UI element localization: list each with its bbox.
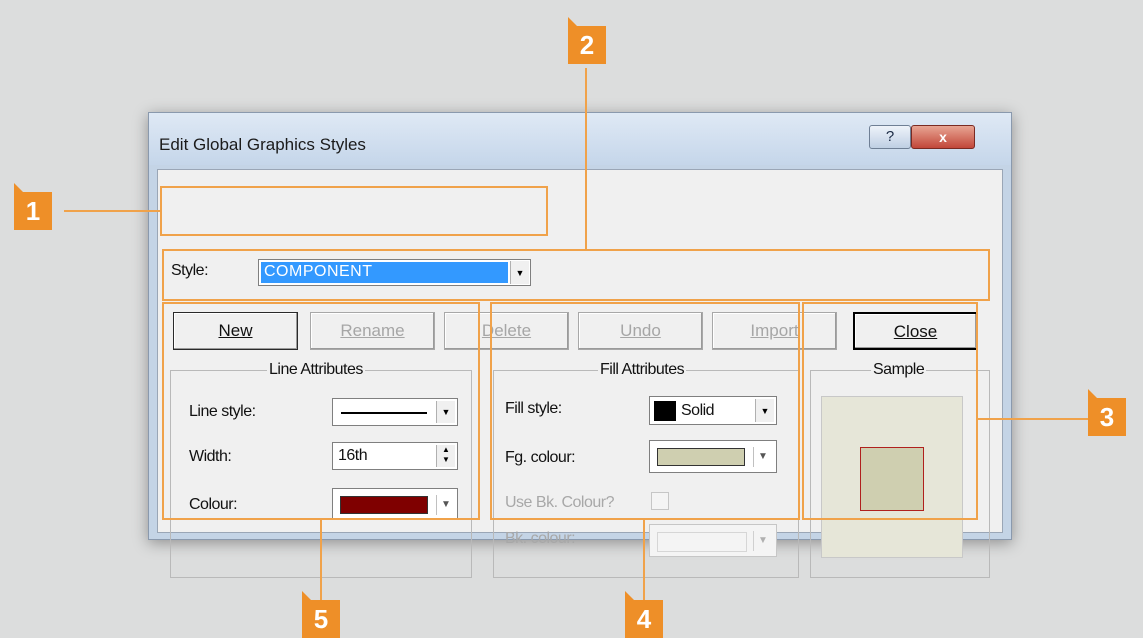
callout-4-line [643, 520, 645, 602]
callout-3-badge: 3 [1088, 389, 1126, 436]
callout-3-line [978, 418, 1088, 420]
callout-4-box [490, 302, 800, 520]
title-bar[interactable]: Edit Global Graphics Styles ? x [149, 113, 1011, 165]
chevron-down-icon[interactable]: ▼ [758, 535, 768, 546]
callout-5-badge: 5 [302, 591, 340, 638]
bk-colour-label: Bk. colour: [505, 530, 576, 547]
callout-2-badge: 2 [568, 17, 606, 64]
window-title: Edit Global Graphics Styles [159, 135, 366, 154]
dropdown-divider [753, 531, 754, 551]
close-window-button[interactable]: x [911, 125, 975, 149]
bk-colour-dropdown[interactable]: ▼ [649, 524, 777, 557]
callout-3-box [802, 302, 978, 520]
callout-2-box [162, 249, 990, 301]
callout-1-badge: 1 [14, 183, 52, 230]
callout-4-badge: 4 [625, 591, 663, 638]
callout-1-box [160, 186, 548, 236]
callout-5-line [320, 520, 322, 602]
callout-1-line [64, 210, 160, 212]
callout-5-box [162, 302, 480, 520]
bk-colour-swatch [657, 532, 747, 552]
callout-2-line [585, 68, 587, 249]
help-button[interactable]: ? [869, 125, 911, 149]
